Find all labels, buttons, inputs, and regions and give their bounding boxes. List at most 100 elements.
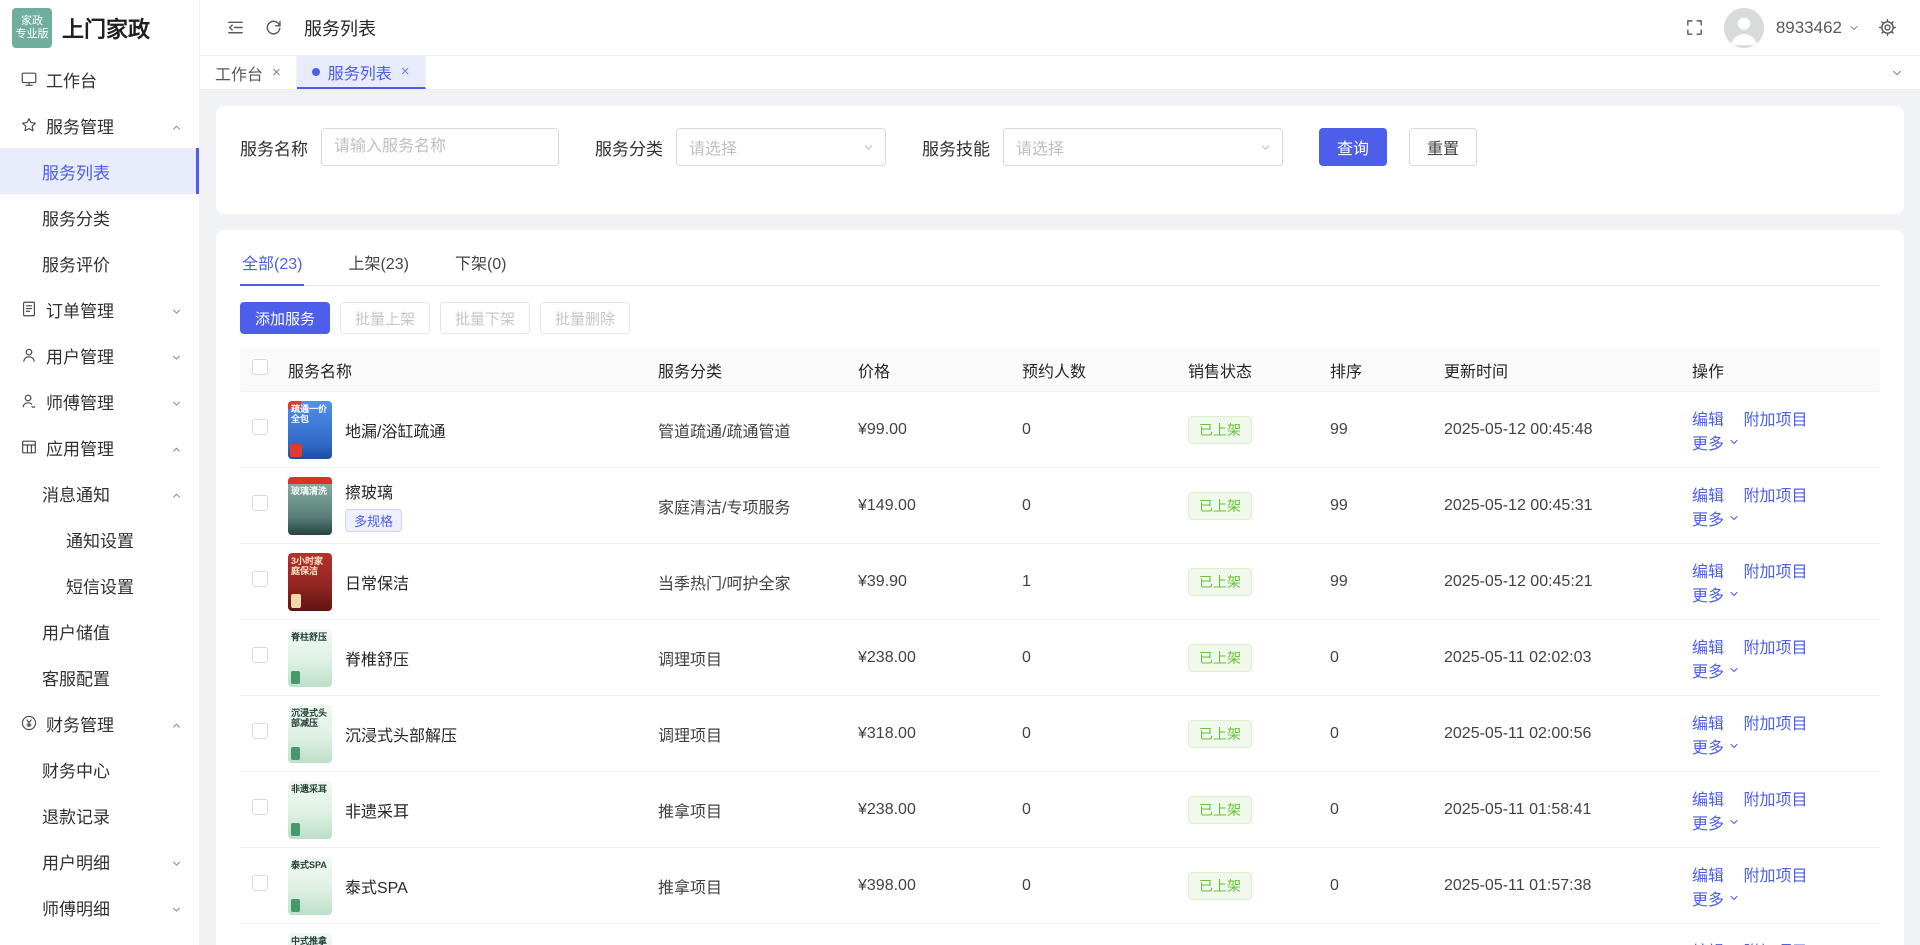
edit-link[interactable]: 编辑 — [1692, 938, 1724, 945]
sidebar-item-service-review[interactable]: 服务评价 — [0, 240, 199, 286]
sidebar-item-user-management[interactable]: 用户管理 — [0, 332, 199, 378]
row-checkbox[interactable] — [252, 799, 268, 815]
sidebar-item-finance-center[interactable]: 财务中心 — [0, 746, 199, 792]
fullscreen-icon[interactable] — [1684, 17, 1706, 39]
row-checkbox[interactable] — [252, 723, 268, 739]
edit-link[interactable]: 编辑 — [1692, 786, 1724, 810]
edit-link[interactable]: 编辑 — [1692, 406, 1724, 430]
edit-link[interactable]: 编辑 — [1692, 710, 1724, 734]
sidebar-item-workbench[interactable]: 工作台 — [0, 56, 199, 102]
table-row-ear-cleaning: 非遗采耳 非遗采耳 推拿项目 ¥238.00 0 已上架 0 2025-05-1… — [240, 772, 1880, 848]
sidebar-item-label: 师傅管理 — [46, 389, 114, 414]
close-tab-icon[interactable]: × — [401, 63, 410, 80]
list-tab-off-shelf[interactable]: 下架(0) — [453, 240, 509, 285]
service-name-input[interactable] — [321, 128, 559, 166]
batch-off-shelf-button[interactable]: 批量下架 — [440, 302, 530, 334]
avatar[interactable] — [1724, 8, 1764, 48]
category-select[interactable]: 请选择 — [676, 128, 886, 166]
sidebar-item-user-stored-value[interactable]: 用户储值 — [0, 608, 199, 654]
sidebar-item-sms-settings[interactable]: 短信设置 — [0, 562, 199, 608]
status-badge: 已上架 — [1188, 416, 1252, 444]
row-checkbox[interactable] — [252, 571, 268, 587]
service-name: 日常保洁 — [345, 570, 409, 594]
list-tab-all[interactable]: 全部(23) — [240, 240, 304, 285]
batch-on-shelf-button[interactable]: 批量上架 — [340, 302, 430, 334]
edit-link[interactable]: 编辑 — [1692, 482, 1724, 506]
add-service-button[interactable]: 添加服务 — [240, 302, 330, 334]
service-name: 泰式SPA — [345, 874, 408, 898]
row-checkbox[interactable] — [252, 647, 268, 663]
service-sort: 99 — [1330, 573, 1444, 591]
refresh-icon[interactable] — [262, 17, 284, 39]
search-button[interactable]: 查询 — [1319, 128, 1387, 166]
sidebar-item-finance-management[interactable]: 财务管理 — [0, 700, 199, 746]
addon-items-link[interactable]: 附加项目 — [1743, 786, 1807, 810]
sidebar-item-refund-records[interactable]: 退款记录 — [0, 792, 199, 838]
addon-items-link[interactable]: 附加项目 — [1743, 634, 1807, 658]
skill-select[interactable]: 请选择 — [1003, 128, 1283, 166]
addon-items-link[interactable]: 附加项目 — [1743, 406, 1807, 430]
sidebar-item-notice-settings[interactable]: 通知设置 — [0, 516, 199, 562]
addon-items-link[interactable]: 附加项目 — [1743, 938, 1807, 945]
sidebar-item-user-details[interactable]: 用户明细 — [0, 838, 199, 884]
tabs-dropdown-chevron-icon[interactable] — [1890, 56, 1904, 89]
addon-items-link[interactable]: 附加项目 — [1743, 710, 1807, 734]
sidebar-item-service-management[interactable]: 服务管理 — [0, 102, 199, 148]
tab-service-list[interactable]: 服务列表 × — [297, 56, 426, 89]
more-link[interactable]: 更多 — [1692, 810, 1740, 834]
more-link[interactable]: 更多 — [1692, 886, 1740, 910]
service-name: 地漏/浴缸疏通 — [345, 418, 445, 442]
sidebar-item-message-notice[interactable]: 消息通知 — [0, 470, 199, 516]
sidebar-item-order-management[interactable]: 订单管理 — [0, 286, 199, 332]
user-menu[interactable]: 8933462 — [1776, 18, 1860, 38]
more-link[interactable]: 更多 — [1692, 658, 1740, 682]
service-name: 脊椎舒压 — [345, 646, 409, 670]
status-badge: 已上架 — [1188, 568, 1252, 596]
sidebar-item-decoration-management[interactable]: 装修管理 — [0, 930, 199, 945]
more-link[interactable]: 更多 — [1692, 430, 1740, 454]
service-price: ¥149.00 — [858, 497, 1022, 515]
service-sort: 0 — [1330, 801, 1444, 819]
row-checkbox[interactable] — [252, 495, 268, 511]
reset-button[interactable]: 重置 — [1409, 128, 1477, 166]
select-all-checkbox[interactable] — [252, 359, 268, 375]
topbar: 服务列表 8933462 — [200, 0, 1920, 56]
edit-link[interactable]: 编辑 — [1692, 862, 1724, 886]
batch-delete-button[interactable]: 批量删除 — [540, 302, 630, 334]
sidebar-item-master-details[interactable]: 师傅明细 — [0, 884, 199, 930]
service-bookings: 0 — [1022, 649, 1188, 667]
sidebar-item-label: 用户明细 — [42, 849, 110, 874]
edit-link[interactable]: 编辑 — [1692, 634, 1724, 658]
service-name: 沉浸式头部解压 — [345, 722, 457, 746]
addon-items-link[interactable]: 附加项目 — [1743, 558, 1807, 582]
sidebar-item-service-list[interactable]: 服务列表 — [0, 148, 199, 194]
edit-link[interactable]: 编辑 — [1692, 558, 1724, 582]
sidebar-item-label: 服务管理 — [46, 113, 114, 138]
row-checkbox[interactable] — [252, 875, 268, 891]
list-tab-on-shelf[interactable]: 上架(23) — [346, 240, 410, 285]
service-thumbnail: 非遗采耳 — [288, 781, 332, 839]
sidebar-item-master-management[interactable]: 师傅管理 — [0, 378, 199, 424]
close-tab-icon[interactable]: × — [272, 64, 281, 81]
sidebar-item-service-category[interactable]: 服务分类 — [0, 194, 199, 240]
sidebar-item-customer-service-config[interactable]: 客服配置 — [0, 654, 199, 700]
service-category: 调理项目 — [658, 722, 858, 746]
gear-icon[interactable] — [1876, 17, 1898, 39]
addon-items-link[interactable]: 附加项目 — [1743, 482, 1807, 506]
more-link[interactable]: 更多 — [1692, 506, 1740, 530]
status-badge: 已上架 — [1188, 720, 1252, 748]
sidebar-item-app-management[interactable]: 应用管理 — [0, 424, 199, 470]
sidebar-item-label: 应用管理 — [46, 435, 114, 460]
chevron-down-icon — [1848, 22, 1860, 34]
app-logo: 家政 专业版 — [12, 8, 52, 48]
tab-workbench[interactable]: 工作台× — [200, 56, 297, 89]
row-checkbox[interactable] — [252, 419, 268, 435]
more-link-label: 更多 — [1692, 582, 1724, 606]
more-link[interactable]: 更多 — [1692, 734, 1740, 758]
addon-items-link[interactable]: 附加项目 — [1743, 862, 1807, 886]
service-price: ¥99.00 — [858, 421, 1022, 439]
logo-text-top: 家政 — [21, 15, 43, 28]
tab-label: 服务列表 — [328, 60, 392, 84]
more-link[interactable]: 更多 — [1692, 582, 1740, 606]
collapse-menu-icon[interactable] — [224, 17, 246, 39]
